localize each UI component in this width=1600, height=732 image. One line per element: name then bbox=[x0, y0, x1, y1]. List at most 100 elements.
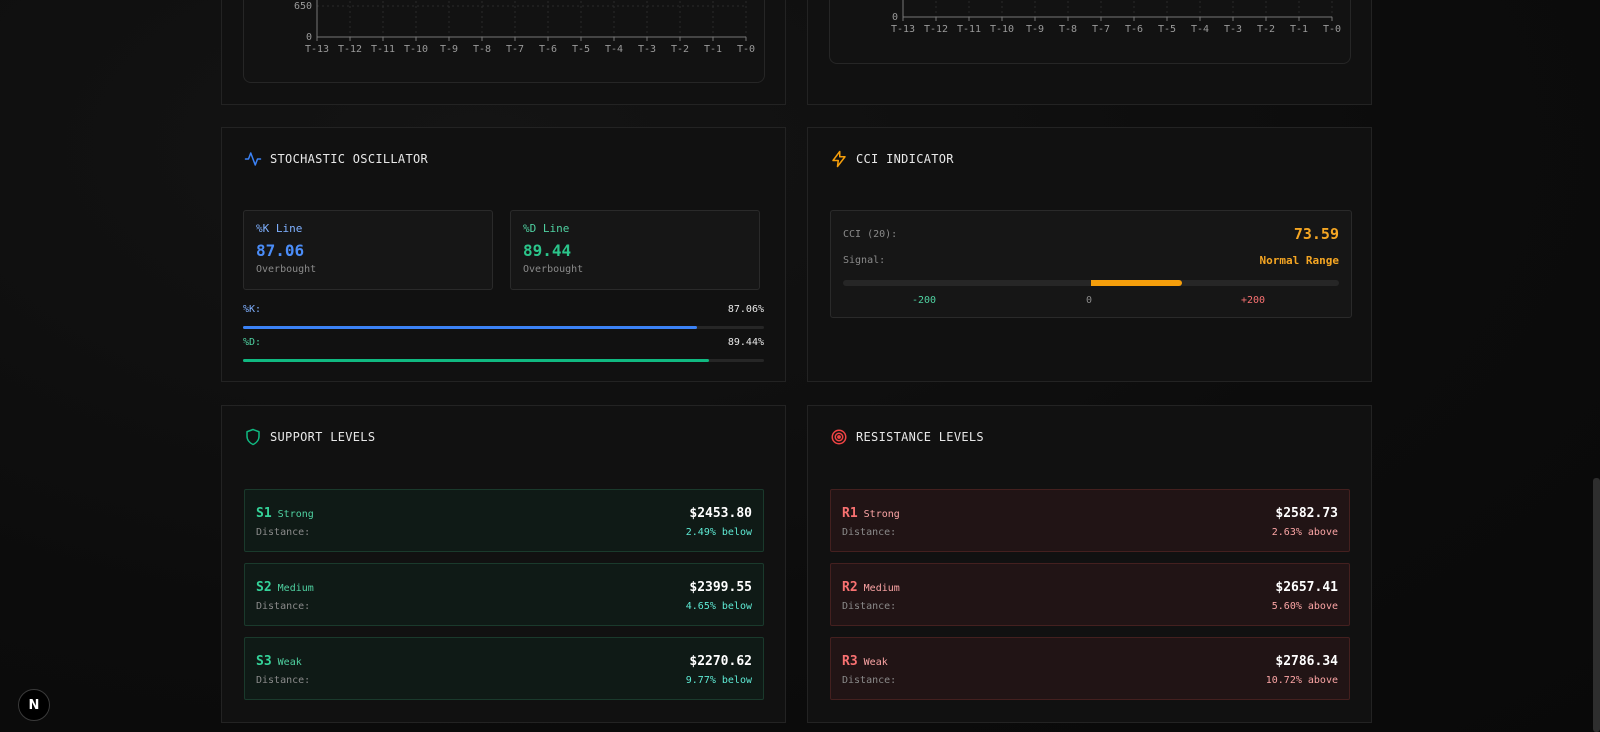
x-tick-label: T-8 bbox=[473, 44, 491, 55]
distance-label: Distance: bbox=[842, 601, 897, 612]
k-line-value: 87.06 bbox=[256, 241, 305, 260]
x-tick-label: T-5 bbox=[1158, 24, 1176, 35]
x-tick-label: T-2 bbox=[671, 44, 689, 55]
x-tick-label: T-6 bbox=[539, 44, 557, 55]
resistance-title: RESISTANCE LEVELS bbox=[830, 428, 984, 446]
level-id: R2 bbox=[842, 580, 858, 595]
stochastic-title-text: STOCHASTIC OSCILLATOR bbox=[270, 152, 429, 166]
k-bar-row: %K: 87.06% bbox=[243, 304, 764, 329]
x-tick-label: T-10 bbox=[990, 24, 1014, 35]
x-tick-label: T-1 bbox=[1290, 24, 1308, 35]
nextjs-dev-badge[interactable]: N bbox=[18, 689, 50, 721]
d-line-status: Overbought bbox=[523, 264, 584, 275]
cci-scale-max: +200 bbox=[1240, 295, 1266, 306]
distance-label: Distance: bbox=[842, 675, 897, 686]
resistance-level-r2: R2 Medium $2657.41 Distance: 5.60% above bbox=[830, 563, 1350, 626]
x-tick-label: T-13 bbox=[305, 44, 329, 55]
distance-label: Distance: bbox=[256, 675, 311, 686]
cci-scale-mid: 0 bbox=[1085, 295, 1093, 306]
cci-signal-value: Normal Range bbox=[1259, 254, 1339, 267]
cci-scale-min: -200 bbox=[911, 295, 937, 306]
d-bar-value: 89.44% bbox=[727, 337, 764, 348]
level-price: $2786.34 bbox=[1275, 654, 1338, 669]
cci-gauge-fill bbox=[1091, 280, 1183, 286]
support-panel: SUPPORT LEVELS S1 Strong $2453.80 Distanc… bbox=[221, 405, 786, 723]
y-tick-0: 0 bbox=[892, 12, 898, 23]
x-tick-label: T-7 bbox=[1092, 24, 1110, 35]
d-line-card: %D Line 89.44 Overbought bbox=[510, 210, 760, 290]
stochastic-title: STOCHASTIC OSCILLATOR bbox=[244, 150, 428, 168]
cci-gauge-track bbox=[843, 280, 1339, 286]
volume-chart-left-svg: 650 0 T-13 T-12 T-11 T-10 T-9 T-8 T-7 T-6 T-5 T-4… bbox=[294, 0, 755, 55]
y-tick-0: 0 bbox=[306, 32, 312, 43]
x-tick-label: T-10 bbox=[404, 44, 428, 55]
volume-chart-right: 0 T-13 T-12 T-11 T-10 T-9 T-8 T-7 T-6 T-5 T-4 T-3 T… bbox=[829, 0, 1351, 64]
d-line-value: 89.44 bbox=[523, 241, 572, 260]
volume-chart-right-svg: 0 T-13 T-12 T-11 T-10 T-9 T-8 T-7 T-6 T-5 T-4 T-3 T… bbox=[891, 0, 1341, 35]
x-tick-label: T-3 bbox=[1224, 24, 1242, 35]
distance-value: 5.60% above bbox=[1271, 601, 1338, 612]
level-price: $2657.41 bbox=[1275, 580, 1338, 595]
k-line-status: Overbought bbox=[256, 264, 317, 275]
cci-card: CCI (20): 73.59 Signal: Normal Range -20… bbox=[830, 210, 1352, 318]
distance-value: 2.63% above bbox=[1271, 527, 1338, 538]
stochastic-panel: STOCHASTIC OSCILLATOR %K Line 87.06 Over… bbox=[221, 127, 786, 382]
cci-label: CCI (20): bbox=[843, 228, 898, 240]
k-line-label: %K Line bbox=[256, 222, 303, 235]
volume-panel-left: 650 0 T-13 T-12 T-11 T-10 T-9 T-8 T-7 T-6 T-5 T-4… bbox=[221, 0, 786, 105]
support-title-text: SUPPORT LEVELS bbox=[270, 430, 376, 444]
x-tick-label: T-13 bbox=[891, 24, 915, 35]
level-price: $2453.80 bbox=[689, 506, 752, 521]
x-tick-label: T-6 bbox=[1125, 24, 1143, 35]
cci-value: 73.59 bbox=[1293, 225, 1339, 243]
level-id: R1 bbox=[842, 506, 858, 521]
x-tick-label: T-9 bbox=[1026, 24, 1044, 35]
k-line-card: %K Line 87.06 Overbought bbox=[243, 210, 493, 290]
cci-title: CCI INDICATOR bbox=[830, 150, 954, 168]
shield-icon bbox=[246, 428, 260, 446]
level-id: R3 bbox=[842, 654, 858, 669]
x-tick-label: T-1 bbox=[704, 44, 722, 55]
level-price: $2582.73 bbox=[1275, 506, 1338, 521]
d-bar-row: %D: 89.44% bbox=[243, 337, 764, 362]
level-strength: Strong bbox=[863, 509, 900, 520]
cci-panel: CCI INDICATOR CCI (20): 73.59 Signal: No… bbox=[807, 127, 1372, 382]
distance-value: 4.65% below bbox=[685, 601, 752, 612]
level-price: $2270.62 bbox=[689, 654, 752, 669]
level-strength: Weak bbox=[277, 657, 302, 668]
level-id: S2 bbox=[256, 580, 272, 595]
level-strength: Weak bbox=[863, 657, 888, 668]
level-id: S1 bbox=[256, 506, 272, 521]
level-strength: Medium bbox=[277, 583, 314, 594]
y-tick-650: 650 bbox=[294, 1, 312, 12]
x-tick-label: T-4 bbox=[605, 44, 623, 55]
x-tick-label: T-12 bbox=[924, 24, 948, 35]
k-progress-track bbox=[243, 326, 764, 329]
distance-value: 10.72% above bbox=[1265, 675, 1338, 686]
x-tick-label: T-5 bbox=[572, 44, 590, 55]
support-level-s3: S3 Weak $2270.62 Distance: 9.77% below bbox=[244, 637, 764, 700]
page-scrollbar-thumb[interactable] bbox=[1593, 478, 1600, 732]
distance-label: Distance: bbox=[256, 601, 311, 612]
level-id: S3 bbox=[256, 654, 272, 669]
x-tick-label: T-11 bbox=[957, 24, 981, 35]
x-tick-label: T-2 bbox=[1257, 24, 1275, 35]
d-line-label: %D Line bbox=[523, 222, 570, 235]
volume-panel-right: 0 T-13 T-12 T-11 T-10 T-9 T-8 T-7 T-6 T-5 T-4 T-3 T… bbox=[807, 0, 1372, 105]
resistance-level-r3: R3 Weak $2786.34 Distance: 10.72% above bbox=[830, 637, 1350, 700]
resistance-level-r1: R1 Strong $2582.73 Distance: 2.63% above bbox=[830, 489, 1350, 552]
x-tick-label: T-0 bbox=[737, 44, 755, 55]
resistance-title-text: RESISTANCE LEVELS bbox=[856, 430, 984, 444]
k-progress-fill bbox=[243, 326, 697, 329]
distance-label: Distance: bbox=[256, 527, 311, 538]
level-strength: Medium bbox=[863, 583, 900, 594]
d-bar-label: %D: bbox=[243, 337, 262, 348]
level-strength: Strong bbox=[277, 509, 314, 520]
k-bar-label: %K: bbox=[243, 304, 262, 315]
x-tick-label: T-12 bbox=[338, 44, 362, 55]
d-progress-fill bbox=[243, 359, 709, 362]
cci-signal-label: Signal: bbox=[843, 255, 886, 266]
distance-value: 9.77% below bbox=[685, 675, 752, 686]
target-icon bbox=[831, 429, 847, 445]
x-tick-label: T-3 bbox=[638, 44, 656, 55]
